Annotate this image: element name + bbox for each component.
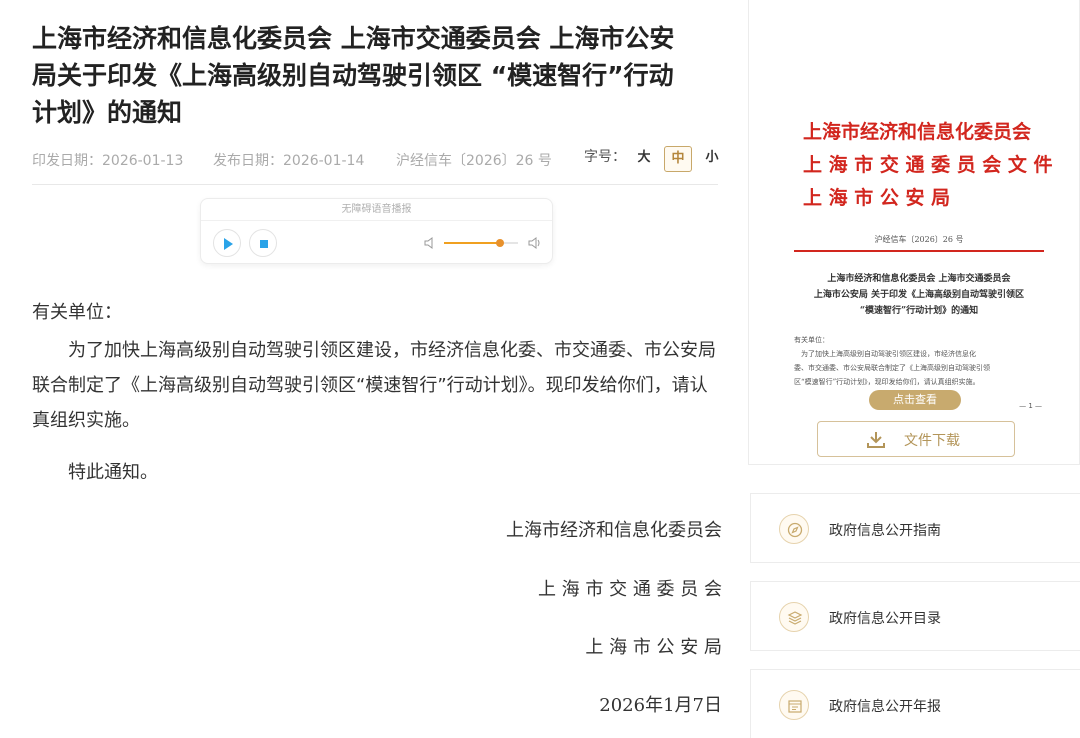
doc-title-line: 上海市经济和信息化委员会 上海市交通委员会 xyxy=(827,274,1011,284)
closing-text: 特此通知。 xyxy=(68,462,158,483)
file-download-button[interactable]: 文件下载 xyxy=(817,421,1015,457)
doc-body-line: 区“模速智行”行动计划》，现印发给你们，请认真组织实施。 xyxy=(794,378,980,386)
signature-date: 2026年1月7日 xyxy=(599,695,722,716)
greeting: 有关单位： xyxy=(32,302,122,323)
sidebar: 上海市经济和信息化委员会 上 海 市 交 通 委 员 会 文 件 上 海 市 公… xyxy=(748,0,1080,738)
doc-header-econ: 上海市经济和信息化委员会 xyxy=(803,121,1032,143)
sidebar-item-label: 政府信息公开目录 xyxy=(829,611,941,627)
meta-divider xyxy=(32,184,718,185)
signature-transport: 上 海 市 交 通 委 员 会 xyxy=(537,579,722,600)
font-size-small[interactable]: 小 xyxy=(698,146,726,172)
doc-header-police: 上 海 市 公 安 局 xyxy=(803,187,951,209)
font-size-medium[interactable]: 中 xyxy=(664,146,692,172)
play-icon xyxy=(224,238,233,250)
calendar-report-icon xyxy=(779,690,809,720)
document-preview-card: 上海市经济和信息化委员会 上 海 市 交 通 委 员 会 文 件 上 海 市 公… xyxy=(748,0,1080,465)
article-meta: 印发日期：2026-01-13 发布日期：2026-01-14 沪经信车〔202… xyxy=(32,146,722,176)
layers-icon xyxy=(779,602,809,632)
signature-police: 上 海 市 公 安 局 xyxy=(585,637,722,658)
print-date: 印发日期：2026-01-13 xyxy=(32,153,184,169)
publish-date: 发布日期：2026-01-14 xyxy=(213,153,365,169)
doc-body-line: 有关单位： xyxy=(794,336,829,344)
doc-title-line: “模速智行”行动计划》的通知 xyxy=(859,306,979,316)
font-size-label: 字号： xyxy=(584,149,626,165)
sidebar-item-catalog[interactable]: 政府信息公开目录 xyxy=(750,581,1080,651)
sidebar-item-label: 政府信息公开年报 xyxy=(829,699,941,715)
article-panel: 上海市经济和信息化委员会 上海市交通委员会 上海市公安局关于印发《上海高级别自动… xyxy=(0,0,740,738)
stop-button[interactable] xyxy=(249,229,277,257)
doc-title-line: 上海市公安局 关于印发《上海高级别自动驾驶引领区 xyxy=(813,290,1025,300)
doc-header-transport: 上 海 市 交 通 委 员 会 文 件 xyxy=(803,154,1053,176)
page-title: 上海市经济和信息化委员会 上海市交通委员会 上海市公安局关于印发《上海高级别自动… xyxy=(32,24,675,127)
font-size-switcher: 字号： 大 中 小 xyxy=(562,146,722,172)
view-document-button[interactable]: 点击查看 xyxy=(869,390,961,410)
doc-preview-number: 沪经信车〔2026〕26 号 xyxy=(874,235,964,244)
body-paragraph: 为了加快上海高级别自动驾驶引领区建设，市经济信息化委、市交通委、市公安局联合制定… xyxy=(32,340,716,431)
compass-icon xyxy=(779,514,809,544)
signature-econ: 上海市经济和信息化委员会 xyxy=(506,520,722,541)
sidebar-item-label: 政府信息公开指南 xyxy=(829,523,941,539)
doc-body-line: 为了加快上海高级别自动驾驶引领区建设，市经济信息化 xyxy=(794,350,976,358)
audio-caption: 无障碍语音播报 xyxy=(201,199,552,221)
doc-page-number: — 1 — xyxy=(1019,402,1042,410)
stop-icon xyxy=(260,240,268,248)
doc-number: 沪经信车〔2026〕26 号 xyxy=(396,153,552,169)
doc-red-rule xyxy=(794,250,1044,252)
volume-slider[interactable] xyxy=(444,239,518,247)
volume-knob[interactable] xyxy=(495,239,504,247)
sidebar-item-annual-report[interactable]: 政府信息公开年报 xyxy=(750,669,1080,738)
sidebar-item-guide[interactable]: 政府信息公开指南 xyxy=(750,493,1080,563)
download-icon xyxy=(867,432,885,448)
volume-fill xyxy=(444,242,500,244)
play-button[interactable] xyxy=(213,229,241,257)
doc-body-line: 委、市交通委、市公安局联合制定了《上海高级别自动驾驶引领 xyxy=(794,364,990,372)
font-size-large[interactable]: 大 xyxy=(630,146,658,172)
volume-low-icon[interactable] xyxy=(423,236,437,250)
document-thumbnail[interactable]: 上海市经济和信息化委员会 上 海 市 交 通 委 员 会 文 件 上 海 市 公… xyxy=(794,100,1053,412)
volume-high-icon[interactable] xyxy=(527,236,543,250)
download-label: 文件下载 xyxy=(904,433,960,449)
audio-player: 无障碍语音播报 xyxy=(200,198,553,264)
